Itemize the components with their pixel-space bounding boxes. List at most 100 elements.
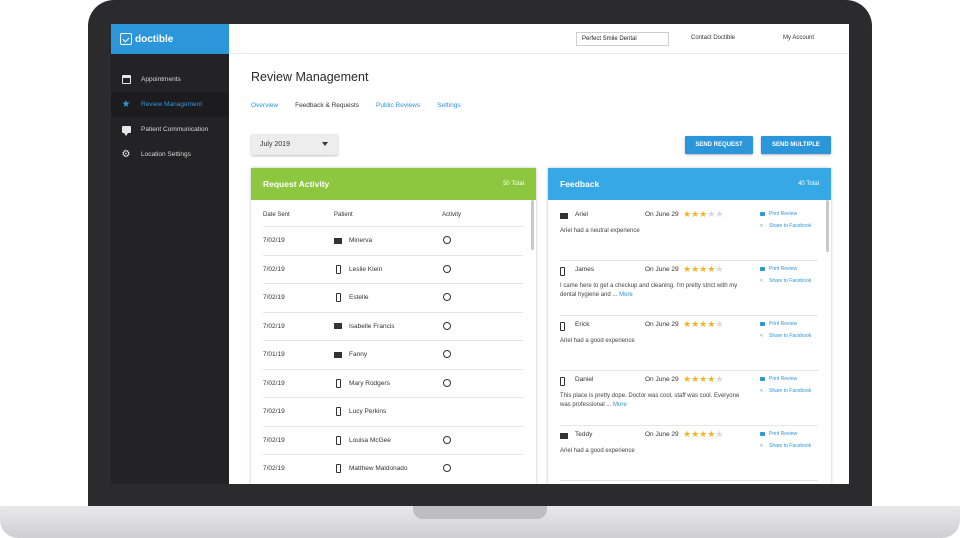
request-activity-header: Request Activity 50 Total [251, 168, 536, 200]
table-row[interactable]: 7/02/19 Mary Rodgers [263, 368, 523, 398]
review-text-body: This place is pretty dope. Doctor was co… [560, 393, 740, 408]
brand-logo[interactable]: doctible [111, 24, 229, 54]
printer-icon [760, 432, 765, 436]
share-icon: < [760, 277, 763, 284]
activity-status-icon[interactable] [443, 464, 451, 472]
activity-status-icon[interactable] [443, 293, 451, 301]
tab-settings[interactable]: Settings [437, 102, 461, 109]
table-row[interactable]: 7/01/19 Fanny [263, 340, 523, 369]
laptop-frame: doctible Appointments ★ Review Managemen… [0, 0, 960, 538]
email-glyph [560, 213, 568, 219]
share-facebook-link[interactable]: < Share to Facebook [760, 333, 811, 339]
share-facebook-link[interactable]: < Share to Facebook [760, 443, 811, 449]
share-icon: < [760, 332, 763, 339]
share-icon: < [760, 387, 763, 394]
sidebar-item-location-settings[interactable]: ⚙ Location Settings [111, 142, 229, 167]
activity-status-icon[interactable] [443, 264, 451, 273]
star-rating: ★★★★★ [683, 319, 723, 330]
request-scrollbar[interactable] [531, 200, 534, 250]
table-row[interactable]: 7/02/19 Estelle [263, 283, 523, 312]
tab-overview[interactable]: Overview [251, 102, 278, 109]
share-facebook-link[interactable]: < Share to Facebook [760, 223, 811, 229]
sidebar-item-label: Patient Communication [141, 126, 209, 133]
star-rating: ★★★★★ [683, 264, 723, 275]
feedback-panel: Feedback 40 Total Ariel On June 29 ★★★★★ Ar… [548, 168, 831, 484]
date-sent: 7/02/19 [263, 465, 285, 472]
patient-name: Matthew Maldonado [349, 465, 408, 472]
email-glyph [334, 351, 342, 358]
table-row[interactable]: 7/02/19 Matthew Maldonado [263, 454, 523, 483]
sidebar-item-label: Location Settings [141, 151, 191, 158]
star-icon: ★ [121, 98, 131, 110]
date-sent: 7/01/19 [263, 351, 285, 358]
printer-icon [760, 377, 765, 381]
reviewer-name: Erick [575, 321, 590, 328]
review-text-body: Ariel had a good experience [560, 448, 635, 454]
activity-status-icon[interactable] [443, 378, 451, 387]
reviewer-name: Daniel [575, 376, 594, 383]
more-link[interactable]: More [619, 292, 633, 298]
star-rating: ★★★★★ [683, 209, 723, 220]
review-text: Ariel had a good experience [560, 337, 750, 346]
table-row[interactable]: 7/02/19 Leslie Klein [263, 254, 523, 284]
print-review-link[interactable]: Print Review [760, 431, 797, 437]
table-row[interactable]: 7/02/19 Minerva [263, 226, 523, 255]
reviewer-name: Ariel [575, 211, 589, 218]
share-facebook-link[interactable]: < Share to Facebook [760, 388, 811, 394]
column-activity: Activity [442, 212, 462, 218]
column-patient: Patient [334, 212, 353, 218]
sidebar-item-appointments[interactable]: Appointments [111, 67, 229, 92]
print-review-link[interactable]: Print Review [760, 376, 797, 382]
contact-link[interactable]: Contact Doctible [691, 35, 735, 41]
share-icon: < [760, 442, 763, 449]
star-icon: ★ [691, 264, 700, 274]
email-glyph [334, 237, 342, 244]
share-facebook-link[interactable]: < Share to Facebook [760, 278, 811, 284]
calendar-icon [121, 75, 131, 85]
date-sent: 7/02/19 [263, 436, 285, 444]
patient-name: Fanny [349, 351, 368, 358]
print-review-link[interactable]: Print Review [760, 266, 797, 272]
tab-feedback-requests[interactable]: Feedback & Requests [295, 102, 359, 109]
my-account-link[interactable]: My Account [783, 35, 814, 41]
send-multiple-button[interactable]: SEND MULTIPLE [761, 136, 831, 154]
email-glyph [334, 323, 342, 329]
feedback-scrollbar[interactable] [826, 200, 829, 252]
gear-icon: ⚙ [121, 148, 131, 160]
star-icon: ★ [691, 374, 700, 384]
send-request-button[interactable]: SEND REQUEST [685, 136, 753, 154]
email-icon [334, 236, 342, 245]
phone-glyph [560, 266, 565, 276]
practice-selector[interactable]: Perfect Smile Dental [576, 32, 669, 46]
star-rating: ★★★★★ [683, 374, 723, 385]
activity-status-icon[interactable] [443, 435, 451, 444]
patient-name: Mary Rodgers [349, 379, 390, 387]
feedback-item: James On June 29 ★★★★★ I came here to get a… [560, 261, 818, 316]
table-row[interactable]: 7/02/19 Louisa McGee [263, 425, 523, 455]
phone-glyph [560, 321, 565, 331]
review-text: Ariel had a good experience [560, 447, 750, 456]
activity-status-icon[interactable] [443, 350, 451, 358]
review-text-body: Ariel had a neutral experience [560, 228, 640, 234]
tab-public-reviews[interactable]: Public Reviews [376, 102, 420, 109]
share-facebook-label: Share to Facebook [769, 278, 812, 284]
sidebar-item-label: Appointments [141, 76, 181, 83]
phone-icon [334, 293, 342, 302]
sidebar-item-patient-communication[interactable]: Patient Communication [111, 117, 229, 142]
more-link[interactable]: More [613, 402, 627, 408]
email-icon [560, 212, 568, 220]
star-icon: ★ [715, 264, 724, 274]
table-row[interactable]: 7/02/19 Lucy Perkins [263, 397, 523, 426]
brand-name: doctible [135, 33, 174, 45]
email-icon [560, 432, 568, 440]
activity-status-icon[interactable] [443, 321, 451, 330]
table-row[interactable]: 7/02/19 Isabelle Francis [263, 311, 523, 341]
month-select[interactable]: July 2019 [251, 134, 338, 155]
print-review-link[interactable]: Print Review [760, 321, 797, 327]
reviewer-name: Teddy [575, 431, 593, 438]
patient-name: Lucy Perkins [349, 408, 387, 415]
sidebar-item-review-management[interactable]: ★ Review Management [111, 92, 229, 117]
activity-status-icon[interactable] [443, 236, 451, 244]
request-activity-count: 50 Total [503, 181, 524, 187]
print-review-link[interactable]: Print Review [760, 211, 797, 217]
